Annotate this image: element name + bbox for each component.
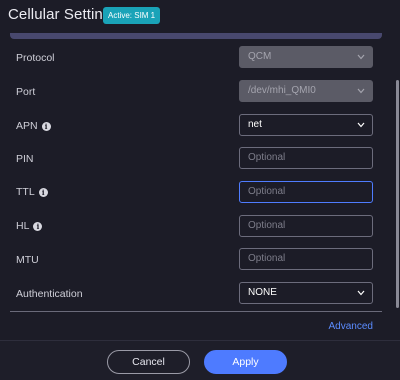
protocol-select[interactable]: QCM [239, 46, 373, 68]
ttl-input-placeholder: Optional [248, 186, 286, 197]
mtu-input-placeholder: Optional [248, 253, 286, 264]
authentication-select-value: NONE [248, 287, 277, 298]
dialog-header: Cellular Settings Active: SIM 1 [0, 0, 400, 32]
authentication-label: Authentication [16, 288, 83, 300]
port-label-text: Port [16, 86, 36, 98]
ttl-label: TTL i [16, 186, 48, 198]
apn-label: APN i [16, 120, 51, 132]
pin-input[interactable]: Optional [239, 147, 373, 169]
protocol-label: Protocol [16, 52, 55, 64]
hl-input[interactable]: Optional [239, 215, 373, 237]
hl-label: HL i [16, 220, 43, 232]
port-select-value: /dev/mhi_QMI0 [248, 85, 316, 96]
chevron-down-icon [357, 54, 365, 60]
mtu-label: MTU [16, 254, 39, 266]
hl-input-placeholder: Optional [248, 220, 286, 231]
ttl-input[interactable]: Optional [239, 181, 373, 203]
cancel-button[interactable]: Cancel [107, 350, 190, 374]
hl-label-text: HL [16, 220, 30, 232]
authentication-label-text: Authentication [16, 288, 83, 300]
section-top-border [10, 33, 382, 39]
mtu-input[interactable]: Optional [239, 248, 373, 270]
scrollbar[interactable] [396, 80, 399, 308]
section-bottom-divider [10, 311, 382, 312]
ttl-label-text: TTL [16, 186, 35, 198]
active-sim-badge: Active: SIM 1 [103, 7, 161, 24]
pin-input-placeholder: Optional [248, 152, 286, 163]
authentication-select[interactable]: NONE [239, 282, 373, 304]
chevron-down-icon [357, 122, 365, 128]
apn-select[interactable]: net [239, 114, 373, 136]
cellular-settings-dialog: Cellular Settings Active: SIM 1 Protocol… [0, 0, 400, 380]
dialog-footer [0, 340, 400, 380]
protocol-label-text: Protocol [16, 52, 55, 64]
apn-label-text: APN [16, 120, 38, 132]
chevron-down-icon [357, 88, 365, 94]
port-select[interactable]: /dev/mhi_QMI0 [239, 80, 373, 102]
info-icon[interactable]: i [41, 121, 51, 131]
info-icon[interactable]: i [38, 187, 48, 197]
protocol-select-value: QCM [248, 51, 272, 62]
pin-label: PIN [16, 153, 34, 165]
advanced-link[interactable]: Advanced [329, 321, 373, 332]
info-icon[interactable]: i [33, 221, 43, 231]
apply-button[interactable]: Apply [204, 350, 287, 374]
chevron-down-icon [357, 290, 365, 296]
apn-select-value: net [248, 119, 262, 130]
pin-label-text: PIN [16, 153, 34, 165]
port-label: Port [16, 86, 35, 98]
mtu-label-text: MTU [16, 254, 39, 266]
